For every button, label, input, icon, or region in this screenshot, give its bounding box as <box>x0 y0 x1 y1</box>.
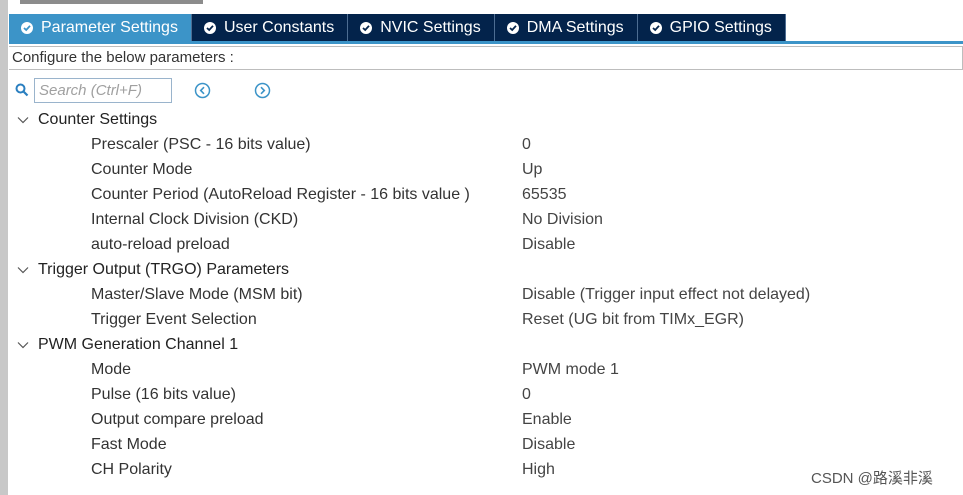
param-row[interactable]: Counter Mode Up <box>9 158 963 183</box>
param-row[interactable]: Internal Clock Division (CKD) No Divisio… <box>9 208 963 233</box>
param-name: Mode <box>91 361 132 378</box>
group-counter-settings[interactable]: Counter Settings <box>9 108 963 133</box>
param-name: Pulse (16 bits value) <box>91 386 236 403</box>
tab-gpio-settings[interactable]: GPIO Settings <box>637 14 786 41</box>
tab-label: Parameter Settings <box>41 18 178 36</box>
check-circle-icon <box>21 21 33 34</box>
param-value[interactable]: High <box>522 461 555 479</box>
tab-user-constants[interactable]: User Constants <box>191 14 349 41</box>
param-value[interactable]: Disable <box>522 236 575 254</box>
tab-label: NVIC Settings <box>380 18 481 36</box>
param-row[interactable]: Mode PWM mode 1 <box>9 358 963 383</box>
param-name: Counter Mode <box>91 161 193 178</box>
param-row[interactable]: Fast Mode Disable <box>9 433 963 458</box>
param-value[interactable]: PWM mode 1 <box>522 361 619 379</box>
left-border <box>0 0 8 495</box>
param-value[interactable]: Reset (UG bit from TIMx_EGR) <box>522 311 744 329</box>
tab-dma-settings[interactable]: DMA Settings <box>494 14 638 41</box>
tab-parameter-settings[interactable]: Parameter Settings <box>9 14 192 41</box>
param-value[interactable]: 65535 <box>522 186 567 204</box>
check-circle-icon <box>649 21 662 34</box>
param-value[interactable]: Enable <box>522 411 572 429</box>
chevron-down-icon <box>17 267 29 274</box>
group-label: Trigger Output (TRGO) Parameters <box>38 261 290 278</box>
chevron-down-icon <box>17 117 29 124</box>
next-result-button[interactable] <box>254 82 271 99</box>
param-value[interactable]: No Division <box>522 211 603 229</box>
param-row[interactable]: Prescaler (PSC - 16 bits value) 0 <box>9 133 963 158</box>
param-name: Trigger Event Selection <box>91 311 257 328</box>
param-name: Master/Slave Mode (MSM bit) <box>91 286 303 303</box>
param-value[interactable]: Up <box>522 161 542 179</box>
top-strip <box>20 0 203 4</box>
tab-bar: Parameter Settings User Constants NVIC S… <box>9 14 786 41</box>
param-row[interactable]: Trigger Event Selection Reset (UG bit fr… <box>9 308 963 333</box>
chevron-down-icon <box>17 342 29 349</box>
param-value[interactable]: 0 <box>522 386 531 404</box>
param-row[interactable]: Output compare preload Enable <box>9 408 963 433</box>
group-label: Counter Settings <box>38 111 158 128</box>
param-row[interactable]: Pulse (16 bits value) 0 <box>9 383 963 408</box>
chevron-right-circle-icon <box>254 82 271 99</box>
param-value[interactable]: Disable (Trigger input effect not delaye… <box>522 286 810 304</box>
parameter-tree: Counter Settings Prescaler (PSC - 16 bit… <box>9 108 963 483</box>
group-label: PWM Generation Channel 1 <box>38 336 239 353</box>
tab-nvic-settings[interactable]: NVIC Settings <box>348 14 495 41</box>
param-row[interactable]: Master/Slave Mode (MSM bit) Disable (Tri… <box>9 283 963 308</box>
search-input[interactable] <box>34 78 172 103</box>
check-circle-icon <box>360 21 373 34</box>
watermark: CSDN @路溪非溪 <box>811 470 933 487</box>
tab-label: GPIO Settings <box>669 18 772 36</box>
tab-label: User Constants <box>223 18 335 36</box>
param-name: auto-reload preload <box>91 236 230 253</box>
param-name: Fast Mode <box>91 436 167 453</box>
param-name: Prescaler (PSC - 16 bits value) <box>91 136 311 153</box>
param-row[interactable]: auto-reload preload Disable <box>9 233 963 258</box>
param-name: Internal Clock Division (CKD) <box>91 211 299 228</box>
param-name: Output compare preload <box>91 411 264 428</box>
chevron-left-circle-icon <box>194 82 211 99</box>
param-name: CH Polarity <box>91 461 172 478</box>
group-pwm-generation-channel-1[interactable]: PWM Generation Channel 1 <box>9 333 963 358</box>
param-value[interactable]: Disable <box>522 436 575 454</box>
tab-label: DMA Settings <box>526 18 624 36</box>
check-circle-icon <box>506 21 519 34</box>
config-label: Configure the below parameters : <box>9 46 963 70</box>
param-row[interactable]: Counter Period (AutoReload Register - 16… <box>9 183 963 208</box>
tab-underline <box>9 41 963 44</box>
check-circle-icon <box>203 21 216 34</box>
search-icon[interactable] <box>15 83 29 102</box>
param-value[interactable]: 0 <box>522 136 531 154</box>
param-name: Counter Period (AutoReload Register - 16… <box>91 186 470 203</box>
group-trigger-output[interactable]: Trigger Output (TRGO) Parameters <box>9 258 963 283</box>
previous-result-button[interactable] <box>194 82 211 99</box>
